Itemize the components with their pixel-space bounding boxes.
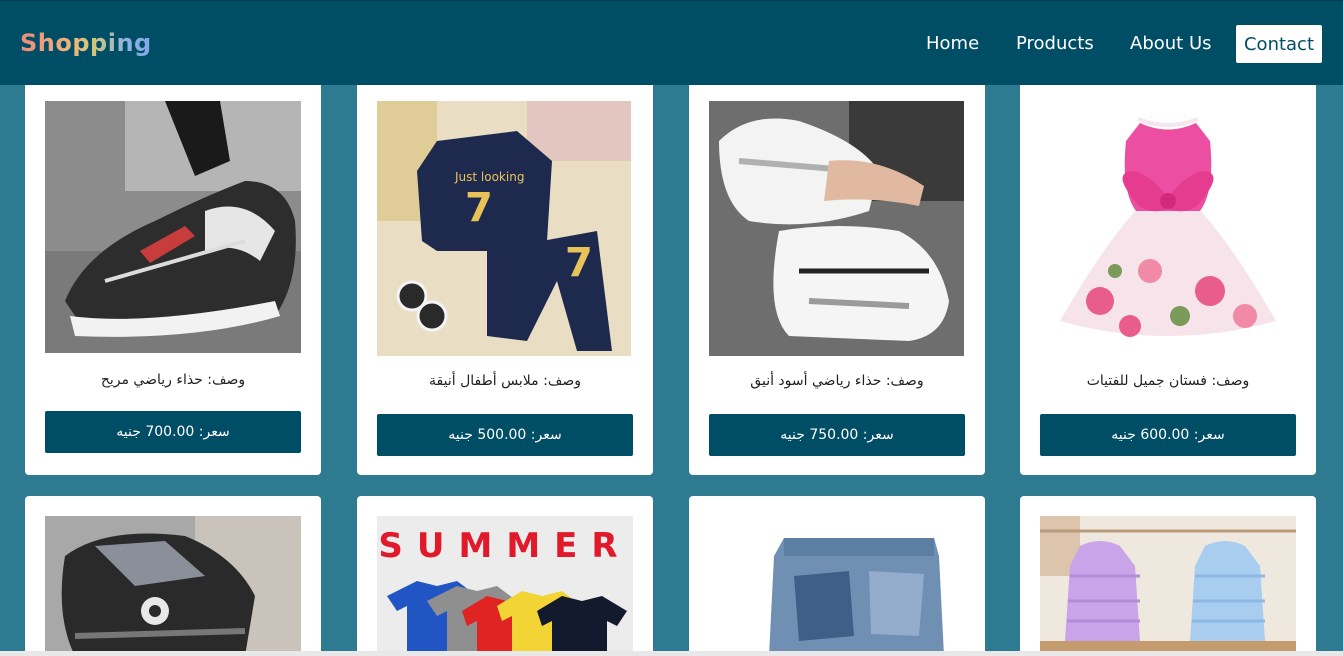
- svg-text:7: 7: [565, 240, 593, 286]
- nav-home[interactable]: Home: [926, 33, 979, 54]
- product-image-tracksuit[interactable]: Just looking 7 7: [377, 101, 631, 356]
- nav-about-us[interactable]: About Us: [1130, 33, 1212, 54]
- brand-logo[interactable]: Shopping: [20, 29, 152, 57]
- nav-contact-button[interactable]: Contact: [1236, 25, 1322, 63]
- product-image-puffer-jackets[interactable]: [1040, 516, 1296, 656]
- horizontal-scrollbar[interactable]: [0, 651, 1343, 656]
- product-image-sneaker[interactable]: [45, 101, 301, 353]
- product-image-summer-tshirts[interactable]: SUMMER: [377, 516, 633, 656]
- product-image-white-sneakers[interactable]: [709, 101, 964, 356]
- product-card: SUMMER: [357, 496, 653, 656]
- product-card: Just looking 7 7 وصف: ملابس أطفال أنيقة …: [357, 85, 653, 475]
- product-description: وصف: ملابس أطفال أنيقة: [429, 373, 581, 389]
- svg-text:Just looking: Just looking: [454, 170, 524, 184]
- product-card: [1020, 496, 1316, 656]
- product-card: وصف: حذاء رياضي مريح سعر: 700.00 جنيه: [25, 85, 321, 475]
- product-card: وصف: حذاء رياضي أسود أنيق سعر: 750.00 جن…: [689, 85, 985, 475]
- product-description: وصف: حذاء رياضي أسود أنيق: [750, 373, 924, 389]
- price-button[interactable]: سعر: 750.00 جنيه: [709, 414, 965, 456]
- product-description: وصف: حذاء رياضي مريح: [100, 372, 246, 388]
- product-description: وصف: فستان جميل للفتيات: [1086, 373, 1250, 389]
- nav-products[interactable]: Products: [1016, 33, 1094, 54]
- product-image-girls-dress[interactable]: [1040, 101, 1296, 356]
- price-button[interactable]: سعر: 700.00 جنيه: [45, 411, 301, 453]
- product-card: [689, 496, 985, 656]
- navbar: Shopping Home Products About Us Contact: [0, 0, 1343, 85]
- price-button[interactable]: سعر: 600.00 جنيه: [1040, 414, 1296, 456]
- product-image-denim-shorts[interactable]: [709, 516, 965, 656]
- price-button[interactable]: سعر: 500.00 جنيه: [377, 414, 633, 456]
- summer-banner-text: SUMMER: [378, 526, 632, 566]
- product-card: وصف: فستان جميل للفتيات سعر: 600.00 جنيه: [1020, 85, 1316, 475]
- product-card: [25, 496, 321, 656]
- svg-text:7: 7: [465, 185, 493, 231]
- product-image-kids-sneaker[interactable]: [45, 516, 301, 656]
